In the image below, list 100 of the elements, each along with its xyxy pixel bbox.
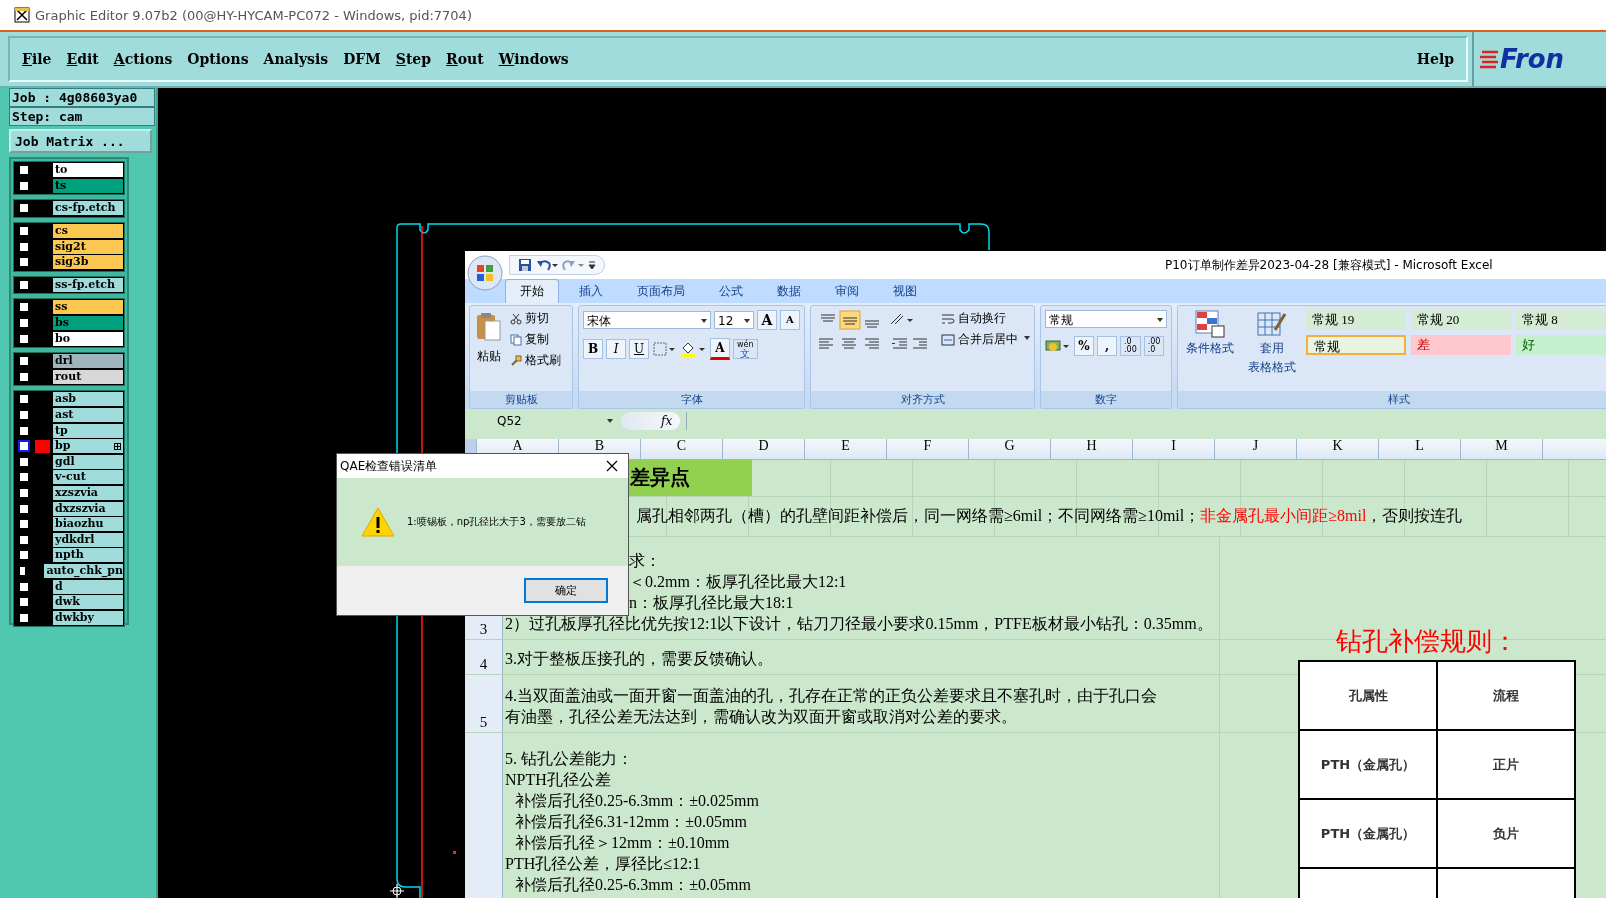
increase-decimal-button[interactable]: .0 .00 [1120,336,1141,356]
menu-item[interactable]: Rout [446,51,484,67]
help-menu[interactable]: Help [1416,51,1454,67]
cell-style-swatch[interactable]: 常规 [1306,335,1406,355]
layer-name[interactable]: dwk [53,595,123,610]
cell-style-swatch[interactable]: 常规 19 [1306,310,1406,330]
layer-checkbox[interactable] [18,487,30,499]
font-color-button[interactable]: A [710,338,730,360]
menu-item[interactable]: Analysis [263,51,329,67]
layer-name[interactable]: bp [53,439,123,454]
wrap-text-button[interactable]: 自动换行 [941,310,1030,327]
italic-button[interactable]: I [606,339,626,359]
format-painter-button[interactable]: 格式刷 [510,352,561,369]
menu-item[interactable]: Options [187,51,249,67]
layer-name[interactable]: sig2t [53,239,123,254]
layer-name[interactable]: bs [53,316,123,331]
cell-style-swatch[interactable]: 差 [1411,335,1511,355]
layer-name[interactable]: dxzszvia [53,501,123,516]
layer-name[interactable]: rout [53,369,123,384]
layer-checkbox[interactable] [18,471,30,484]
layer-name[interactable]: d [53,579,123,594]
paste-button[interactable]: 粘贴 [474,310,504,367]
column-header[interactable]: F [887,439,969,459]
layer-name[interactable]: ts [53,178,123,193]
layer-checkbox[interactable] [18,164,30,177]
layer-name[interactable]: dwkby [53,610,123,625]
ribbon-tab[interactable]: 公式 [705,280,757,303]
cell-style-swatch[interactable]: 常规 20 [1411,310,1511,330]
ribbon-tab[interactable]: 开始 [505,279,559,303]
layer-checkbox[interactable] [18,440,30,453]
layer-checkbox[interactable] [18,317,30,330]
ribbon-tab[interactable]: 插入 [565,280,617,303]
column-header[interactable]: H [1051,439,1133,459]
menu-item[interactable]: File [22,51,52,67]
layer-checkbox[interactable] [18,518,30,531]
number-format-dropdown[interactable]: 常规 [1045,310,1167,328]
underline-button[interactable]: U [629,339,649,359]
ribbon-tab[interactable]: 审阅 [821,280,873,303]
layer-name[interactable]: tp [53,423,123,438]
layer-checkbox[interactable] [18,580,30,593]
comma-button[interactable]: , [1097,336,1117,356]
column-header[interactable]: K [1297,439,1379,459]
layer-name[interactable]: biaozhu [53,517,123,532]
undo-icon[interactable] [536,258,558,272]
layer-checkbox[interactable] [18,278,30,291]
layer-name[interactable]: cs-fp.etch [53,201,123,216]
insert-function-button[interactable]: fx [621,412,681,430]
layer-checkbox[interactable] [18,240,30,253]
layer-name[interactable]: v-cut [53,470,123,485]
layer-checkbox[interactable] [18,611,30,624]
customize-icon[interactable] [588,260,596,270]
column-header[interactable]: L [1379,439,1461,459]
layer-checkbox[interactable] [18,393,30,406]
name-box[interactable]: Q52 [465,412,615,430]
column-header[interactable]: D [723,439,805,459]
column-header[interactable]: J [1215,439,1297,459]
column-header[interactable]: I [1133,439,1215,459]
percent-button[interactable]: % [1074,336,1094,356]
row-header[interactable]: 5 [465,674,503,733]
layer-checkbox[interactable] [18,301,30,314]
ribbon-tab[interactable]: 页面布局 [623,280,699,303]
layer-checkbox[interactable] [18,179,30,192]
layer-name[interactable]: npth [53,548,123,563]
job-matrix-button[interactable]: Job Matrix ... [9,129,152,153]
layer-checkbox[interactable] [18,533,30,546]
column-header[interactable]: M [1461,439,1543,459]
layer-checkbox[interactable] [18,370,30,383]
close-icon[interactable] [606,460,618,472]
menu-item[interactable]: Windows [498,51,569,67]
column-header[interactable]: E [805,439,887,459]
ribbon-tab[interactable]: 视图 [879,280,931,303]
font-name-dropdown[interactable]: 宋体 [583,311,711,329]
layer-checkbox[interactable] [18,355,30,368]
layer-name[interactable]: auto_chk_pn [44,563,123,578]
menu-item[interactable]: Edit [66,51,99,67]
layer-checkbox[interactable] [18,502,30,515]
layer-name[interactable]: ss-fp.etch [53,277,123,292]
layer-name[interactable]: to [53,163,123,178]
ribbon-tab[interactable]: 数据 [763,280,815,303]
layer-name[interactable]: ss [53,300,123,315]
cut-button[interactable]: 剪切 [510,310,561,327]
layer-name[interactable]: asb [53,392,123,407]
layer-name[interactable]: drl [53,354,123,369]
layer-name[interactable]: gdl [53,454,123,469]
layer-checkbox[interactable] [18,409,30,421]
column-header[interactable]: G [969,439,1051,459]
currency-icon[interactable] [1045,338,1071,354]
layer-checkbox[interactable] [18,596,30,609]
phonetic-button[interactable]: wén 文 [733,339,758,359]
menu-item[interactable]: Actions [113,51,173,67]
ok-button[interactable]: 确定 [524,578,608,603]
menu-item[interactable]: Step [395,51,432,67]
font-size-dropdown[interactable]: 12 [714,311,754,329]
decrease-decimal-button[interactable]: .00 .0 [1143,336,1165,356]
layer-name[interactable]: sig3b [53,255,123,270]
menu-item[interactable]: DFM [343,51,381,67]
cell-style-swatch[interactable]: 好 [1516,335,1606,355]
layer-checkbox[interactable] [18,564,27,577]
grow-font-button[interactable]: A [757,310,777,330]
copy-button[interactable]: 复制 [510,331,561,348]
